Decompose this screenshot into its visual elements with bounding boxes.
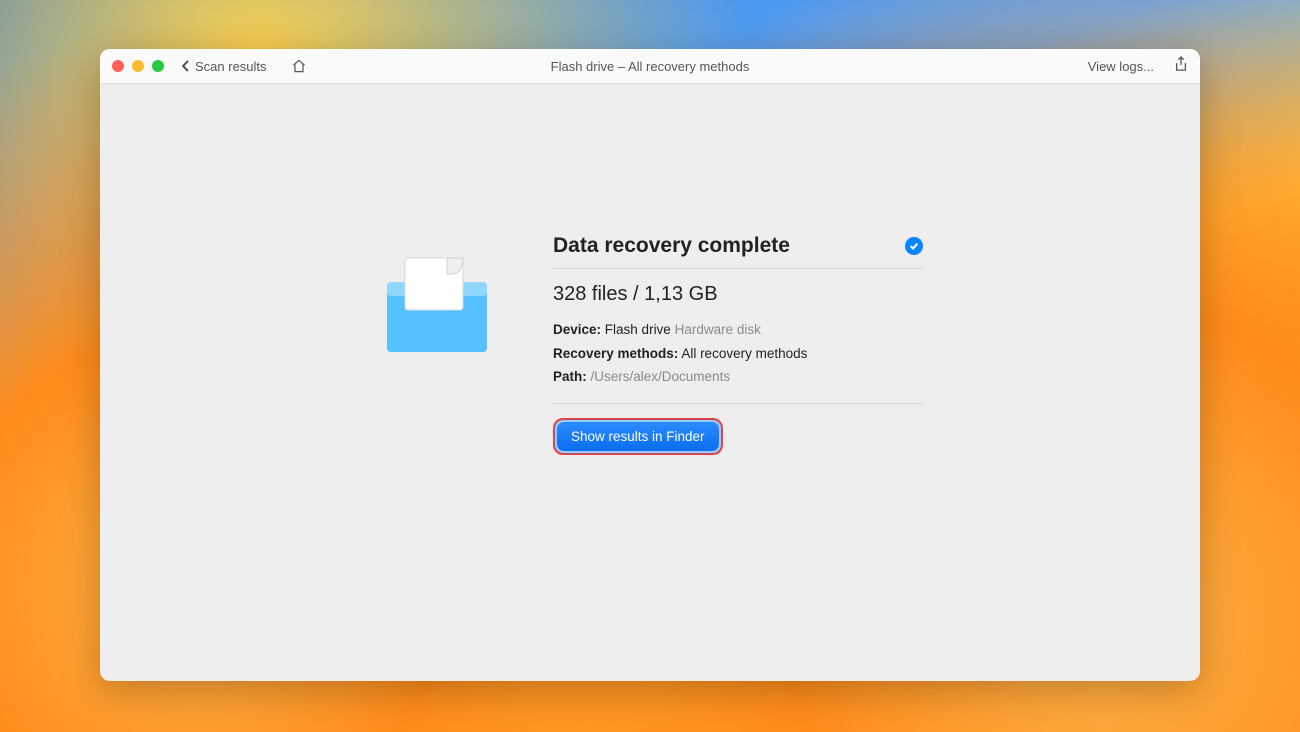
folder-documents-icon	[377, 240, 497, 365]
result-meta: Device: Flash drive Hardware disk Recove…	[553, 318, 923, 389]
success-check-icon	[905, 237, 923, 255]
result-stats: 328 files / 1,13 GB	[553, 283, 923, 306]
view-logs-button[interactable]: View logs...	[1082, 57, 1160, 76]
home-icon	[291, 58, 307, 74]
show-results-button[interactable]: Show results in Finder	[557, 422, 719, 451]
content-area: Data recovery complete 328 files / 1,13 …	[100, 84, 1200, 681]
close-window-button[interactable]	[112, 60, 124, 72]
back-button[interactable]: Scan results	[176, 57, 273, 76]
path-label: Path:	[553, 369, 587, 384]
result-heading: Data recovery complete	[553, 234, 790, 258]
methods-label: Recovery methods:	[553, 346, 678, 361]
meta-methods-row: Recovery methods: All recovery methods	[553, 342, 923, 366]
share-button[interactable]	[1174, 56, 1188, 77]
app-window: Scan results Flash drive – All recovery …	[100, 49, 1200, 681]
titlebar: Scan results Flash drive – All recovery …	[100, 49, 1200, 84]
divider	[553, 403, 923, 404]
result-info: Data recovery complete 328 files / 1,13 …	[553, 234, 923, 455]
meta-path-row: Path: /Users/alex/Documents	[553, 365, 923, 389]
window-controls	[112, 60, 164, 72]
methods-value: All recovery methods	[681, 346, 807, 361]
path-value: /Users/alex/Documents	[591, 369, 731, 384]
back-label: Scan results	[195, 59, 267, 74]
home-button[interactable]	[287, 56, 311, 76]
meta-device-row: Device: Flash drive Hardware disk	[553, 318, 923, 342]
chevron-left-icon	[182, 60, 190, 72]
result-panel: Data recovery complete 328 files / 1,13 …	[377, 234, 923, 455]
device-label: Device:	[553, 322, 601, 337]
zoom-window-button[interactable]	[152, 60, 164, 72]
device-value: Flash drive	[605, 322, 671, 337]
share-icon	[1174, 56, 1188, 72]
minimize-window-button[interactable]	[132, 60, 144, 72]
device-note: Hardware disk	[675, 322, 761, 337]
highlight-ring: Show results in Finder	[553, 418, 723, 455]
